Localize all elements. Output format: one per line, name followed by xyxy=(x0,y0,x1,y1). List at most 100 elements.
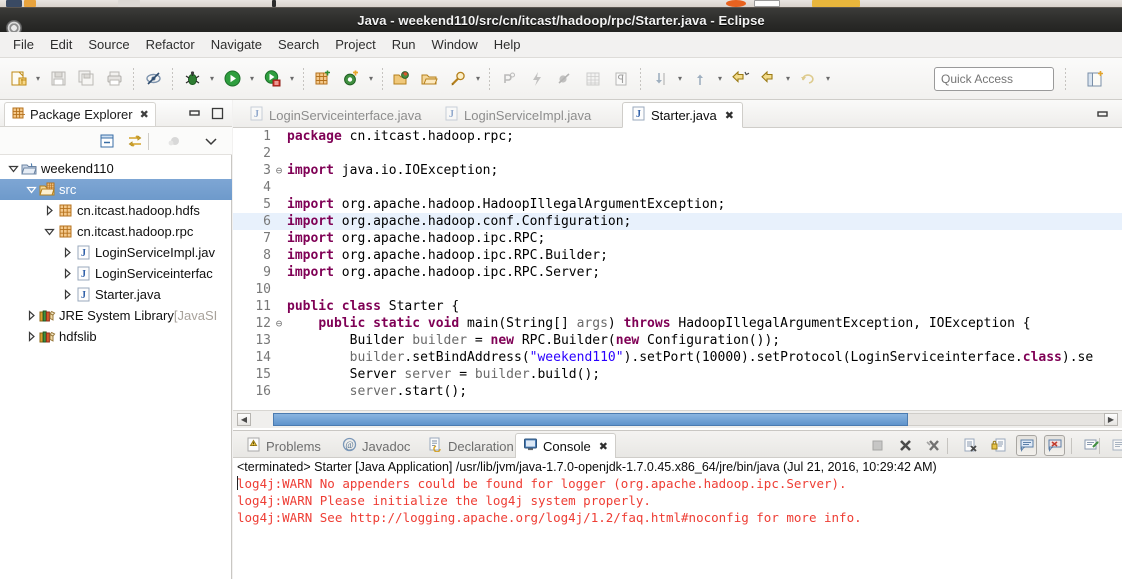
tree-item-src[interactable]: src xyxy=(0,179,232,200)
chevron-right-icon[interactable] xyxy=(24,326,38,347)
chevron-down-icon[interactable] xyxy=(24,179,38,200)
tree-item-loginserviceinterfac[interactable]: J LoginServiceinterfac xyxy=(0,263,232,284)
close-icon[interactable]: ✖ xyxy=(599,440,608,453)
chevron-right-icon[interactable] xyxy=(60,242,74,263)
back-icon[interactable] xyxy=(727,66,753,92)
search-dropdown-icon[interactable]: ▾ xyxy=(472,66,484,92)
run-dropdown-icon[interactable]: ▾ xyxy=(246,66,258,92)
scroll-lock-icon[interactable] xyxy=(988,435,1009,456)
undo-dropdown-icon[interactable]: ▾ xyxy=(822,66,834,92)
tree-item-jre-system-library[interactable]: JRE System Library [JavaSI xyxy=(0,305,232,326)
previous-annotation-icon[interactable] xyxy=(687,66,713,92)
package-explorer-tab[interactable]: Package Explorer ✖ xyxy=(4,102,156,126)
view-menu-icon[interactable] xyxy=(200,130,222,152)
tree-item-loginserviceimpl-jav[interactable]: J LoginServiceImpl.jav xyxy=(0,242,232,263)
code-line[interactable]: 15 Server server = builder.build(); xyxy=(233,366,1122,383)
menu-source[interactable]: Source xyxy=(80,34,137,55)
collapse-all-icon[interactable] xyxy=(96,130,118,152)
toggle-mark-occurrences-icon[interactable] xyxy=(140,66,166,92)
terminate-icon[interactable] xyxy=(867,435,888,456)
code-line[interactable]: 12 ⊖ public static void main(String[] arg… xyxy=(233,315,1122,332)
code-editor[interactable]: 1 package cn.itcast.hadoop.rpc; 2 3 ⊖ import … xyxy=(233,128,1122,410)
close-icon[interactable]: ✖ xyxy=(725,109,734,122)
menu-help[interactable]: Help xyxy=(486,34,529,55)
console-output[interactable]: <terminated> Starter [Java Application] … xyxy=(233,458,1122,579)
forward-dropdown-icon[interactable]: ▾ xyxy=(782,66,794,92)
scroll-left-arrow-icon[interactable]: ◀ xyxy=(237,413,251,426)
coverage-dropdown-icon[interactable]: ▾ xyxy=(286,66,298,92)
debug-dropdown-icon[interactable]: ▾ xyxy=(206,66,218,92)
previous-annotation-dropdown-icon[interactable]: ▾ xyxy=(714,66,726,92)
next-annotation-dropdown-icon[interactable]: ▾ xyxy=(674,66,686,92)
run-icon[interactable] xyxy=(219,66,245,92)
maximize-icon[interactable] xyxy=(211,107,224,120)
editor-horizontal-scrollbar[interactable]: ◀ ▶ xyxy=(233,410,1122,428)
code-line[interactable]: 8 import org.apache.hadoop.ipc.RPC.Builde… xyxy=(233,247,1122,264)
menu-file[interactable]: File xyxy=(5,34,42,55)
focus-icon[interactable] xyxy=(163,130,185,152)
code-line[interactable]: 2 xyxy=(233,145,1122,162)
debug-icon[interactable] xyxy=(179,66,205,92)
editor-tab-loginserviceinterface[interactable]: J LoginServiceinterface.java xyxy=(241,102,429,128)
fold-toggle-icon[interactable]: ⊖ xyxy=(273,162,285,179)
chevron-down-icon[interactable] xyxy=(42,221,56,242)
annotation-icon[interactable] xyxy=(496,66,522,92)
open-perspective-icon[interactable] xyxy=(1082,67,1108,93)
code-line[interactable]: 10 xyxy=(233,281,1122,298)
minimize-icon[interactable] xyxy=(1096,109,1110,121)
code-line[interactable]: 5 import org.apache.hadoop.HadoopIllegalA… xyxy=(233,196,1122,213)
new-wizard-dropdown-icon[interactable]: ▾ xyxy=(32,66,44,92)
clear-console-icon[interactable] xyxy=(960,435,981,456)
pin-console-icon[interactable] xyxy=(1044,435,1065,456)
chevron-right-icon[interactable] xyxy=(60,284,74,305)
new-java-class-dropdown-icon[interactable]: ▾ xyxy=(365,66,377,92)
console-tab-console[interactable]: Console ✖ xyxy=(515,433,616,459)
menu-window[interactable]: Window xyxy=(424,34,486,55)
console-tab-declaration[interactable]: Declaration xyxy=(421,433,521,459)
tree-item-hdfslib[interactable]: hdfslib xyxy=(0,326,232,347)
code-line[interactable]: 16 server.start(); xyxy=(233,383,1122,400)
project-tree[interactable]: weekend110 src cn.itcast.hadoop.hdfs cn.itc… xyxy=(0,158,232,579)
save-all-icon[interactable] xyxy=(73,66,99,92)
tree-item-starter-java[interactable]: J Starter.java xyxy=(0,284,232,305)
open-type-icon[interactable] xyxy=(389,66,415,92)
menu-refactor[interactable]: Refactor xyxy=(138,34,203,55)
chevron-right-icon[interactable] xyxy=(24,305,38,326)
code-line[interactable]: 14 builder.setBindAddress("weekend110").… xyxy=(233,349,1122,366)
scroll-right-arrow-icon[interactable]: ▶ xyxy=(1104,413,1118,426)
save-icon[interactable] xyxy=(45,66,71,92)
code-line[interactable]: 11 public class Starter { xyxy=(233,298,1122,315)
close-icon[interactable]: ✖ xyxy=(140,108,149,121)
show-console-icon[interactable] xyxy=(1016,435,1037,456)
tree-item-weekend110[interactable]: weekend110 xyxy=(0,158,232,179)
open-console-icon[interactable] xyxy=(1109,435,1122,456)
skip-breakpoints-icon[interactable] xyxy=(552,66,578,92)
new-java-project-icon[interactable] xyxy=(310,66,336,92)
forward-icon[interactable] xyxy=(755,66,781,92)
chevron-right-icon[interactable] xyxy=(60,263,74,284)
chevron-down-icon[interactable] xyxy=(6,158,20,179)
code-line[interactable]: 6 import org.apache.hadoop.conf.Configura… xyxy=(233,213,1122,230)
menu-search[interactable]: Search xyxy=(270,34,327,55)
lightning-icon[interactable] xyxy=(524,66,550,92)
menu-navigate[interactable]: Navigate xyxy=(203,34,270,55)
paragraph-icon[interactable] xyxy=(608,66,634,92)
quick-access-input[interactable] xyxy=(934,67,1054,91)
coverage-icon[interactable] xyxy=(259,66,285,92)
tree-item-cn-itcast-hadoop-rpc[interactable]: cn.itcast.hadoop.rpc xyxy=(0,221,232,242)
remove-launch-icon[interactable] xyxy=(895,435,916,456)
code-line[interactable]: 4 xyxy=(233,179,1122,196)
fold-toggle-icon[interactable]: ⊖ xyxy=(273,315,285,332)
minimize-icon[interactable] xyxy=(188,108,202,120)
code-line[interactable]: 7 import org.apache.hadoop.ipc.RPC; xyxy=(233,230,1122,247)
code-line[interactable]: 9 import org.apache.hadoop.ipc.RPC.Server… xyxy=(233,264,1122,281)
menu-project[interactable]: Project xyxy=(327,34,383,55)
remove-all-icon[interactable] xyxy=(923,435,944,456)
code-line[interactable]: 3 ⊖ import java.io.IOException; xyxy=(233,162,1122,179)
code-line[interactable]: 1 package cn.itcast.hadoop.rpc; xyxy=(233,128,1122,145)
menu-edit[interactable]: Edit xyxy=(42,34,80,55)
print-icon[interactable] xyxy=(101,66,127,92)
scrollbar-thumb[interactable] xyxy=(273,413,908,426)
editor-tab-starter[interactable]: J Starter.java ✖ xyxy=(622,102,743,128)
undo-icon[interactable] xyxy=(795,66,821,92)
